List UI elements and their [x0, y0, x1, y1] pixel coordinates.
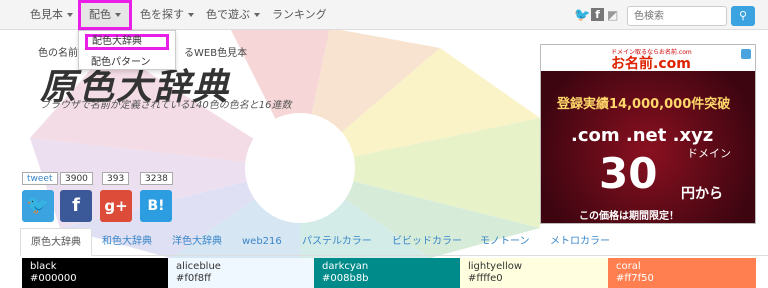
dropdown-item-color-dictionary[interactable]: 配色大辞典: [85, 34, 169, 50]
swatch-hex: #ffffe0: [468, 273, 503, 284]
advertisement-banner[interactable]: ドメイン取るならお名前.com お名前.com 登録実績14,000,000件突…: [540, 44, 756, 224]
color-swatch[interactable]: aliceblue #f0f8ff: [168, 258, 314, 288]
nav-color-scheme[interactable]: 配色: [78, 0, 132, 30]
ad-header: ドメイン取るならお名前.com お名前.com: [541, 45, 755, 72]
tab-web216[interactable]: web216: [242, 228, 282, 256]
tweet-label: tweet: [22, 172, 58, 185]
color-swatch[interactable]: coral #ff7f50: [608, 258, 756, 288]
ad-domain-label: ドメイン: [687, 147, 731, 160]
search-icon: ⚲: [738, 10, 748, 22]
ad-notice: この価格は期間限定！: [579, 211, 679, 222]
caret-down-icon: [67, 13, 73, 17]
search-input[interactable]: [627, 6, 727, 26]
swatch-hex: #f0f8ff: [176, 273, 212, 284]
swatch-name: darkcyan: [322, 261, 369, 272]
ad-info-icon[interactable]: [741, 49, 751, 59]
ad-price-unit: 円から: [681, 186, 723, 202]
tab-pastel-colors[interactable]: パステルカラー: [302, 228, 372, 256]
hatena-share-button[interactable]: B!: [140, 190, 172, 222]
facebook-icon[interactable]: f: [591, 8, 604, 21]
tab-western-colors[interactable]: 洋色大辞典: [172, 228, 222, 256]
tab-japanese-colors[interactable]: 和色大辞典: [102, 228, 152, 256]
ad-price: 30: [599, 149, 658, 198]
color-swatch[interactable]: black #000000: [22, 258, 168, 288]
color-scheme-dropdown: 配色大辞典 配色パターン: [78, 30, 176, 70]
facebook-share-button[interactable]: f: [60, 190, 92, 222]
tab-vivid-colors[interactable]: ビビッドカラー: [392, 228, 462, 256]
googleplus-share-button[interactable]: g+: [100, 190, 132, 222]
tab-monotone[interactable]: モノトーン: [480, 228, 530, 256]
dropdown-item-color-pattern[interactable]: 配色パターン: [91, 53, 151, 68]
color-swatch[interactable]: darkcyan #008b8b: [314, 258, 460, 288]
nav-label: 配色: [89, 8, 111, 21]
top-navbar: 色見本 配色 色を探す 色で遊ぶ ランキング 🐦 f ◩ ⚲: [0, 0, 768, 30]
search-button[interactable]: ⚲: [731, 6, 755, 26]
swatch-hex: #ff7f50: [616, 273, 654, 284]
swatch-name: black: [30, 261, 57, 272]
caret-down-icon: [188, 13, 194, 17]
ad-registration-count: 登録実績14,000,000件突破: [557, 97, 731, 112]
caret-down-icon: [115, 13, 121, 17]
nav-label: 色を探す: [140, 8, 184, 21]
ad-brand: お名前.com: [611, 56, 691, 72]
googleplus-icon: g+: [104, 197, 128, 215]
twitter-icon[interactable]: 🐦: [574, 8, 590, 23]
site-subtitle: ブラウザで名前が定義されている140色の色名と16進数: [40, 100, 292, 111]
facebook-icon: f: [72, 195, 80, 216]
nav-play-color[interactable]: 色で遊ぶ: [206, 0, 260, 30]
tab-metro-colors[interactable]: メトロカラー: [550, 228, 610, 256]
googleplus-count: 393: [102, 172, 130, 185]
caret-down-icon: [254, 13, 260, 17]
twitter-share-button[interactable]: 🐦: [22, 190, 54, 222]
nav-label: 色見本: [30, 8, 63, 21]
nav-label: ランキング: [272, 8, 327, 21]
ad-tld-list: .com .net .xyz: [571, 125, 714, 146]
swatch-name: lightyellow: [468, 261, 523, 272]
swatch-hex: #008b8b: [322, 273, 369, 284]
twitter-icon: 🐦: [26, 195, 50, 216]
nav-label: 色で遊ぶ: [206, 8, 250, 21]
swatch-hex: #000000: [30, 273, 77, 284]
hatena-count: 3238: [140, 172, 173, 185]
dictionary-tabs: 原色大辞典 和色大辞典 洋色大辞典 web216 パステルカラー ビビッドカラー…: [20, 228, 768, 256]
nav-find-color[interactable]: 色を探す: [140, 0, 194, 30]
tab-primary-colors[interactable]: 原色大辞典: [20, 228, 92, 256]
nav-color-samples[interactable]: 色見本: [30, 0, 73, 30]
rss-icon[interactable]: ◩: [607, 8, 618, 22]
swatch-name: aliceblue: [176, 261, 221, 272]
facebook-count: 3900: [60, 172, 93, 185]
color-swatch[interactable]: lightyellow #ffffe0: [460, 258, 608, 288]
nav-ranking[interactable]: ランキング: [272, 0, 327, 30]
swatch-name: coral: [616, 261, 641, 272]
hatena-icon: B!: [147, 198, 165, 214]
